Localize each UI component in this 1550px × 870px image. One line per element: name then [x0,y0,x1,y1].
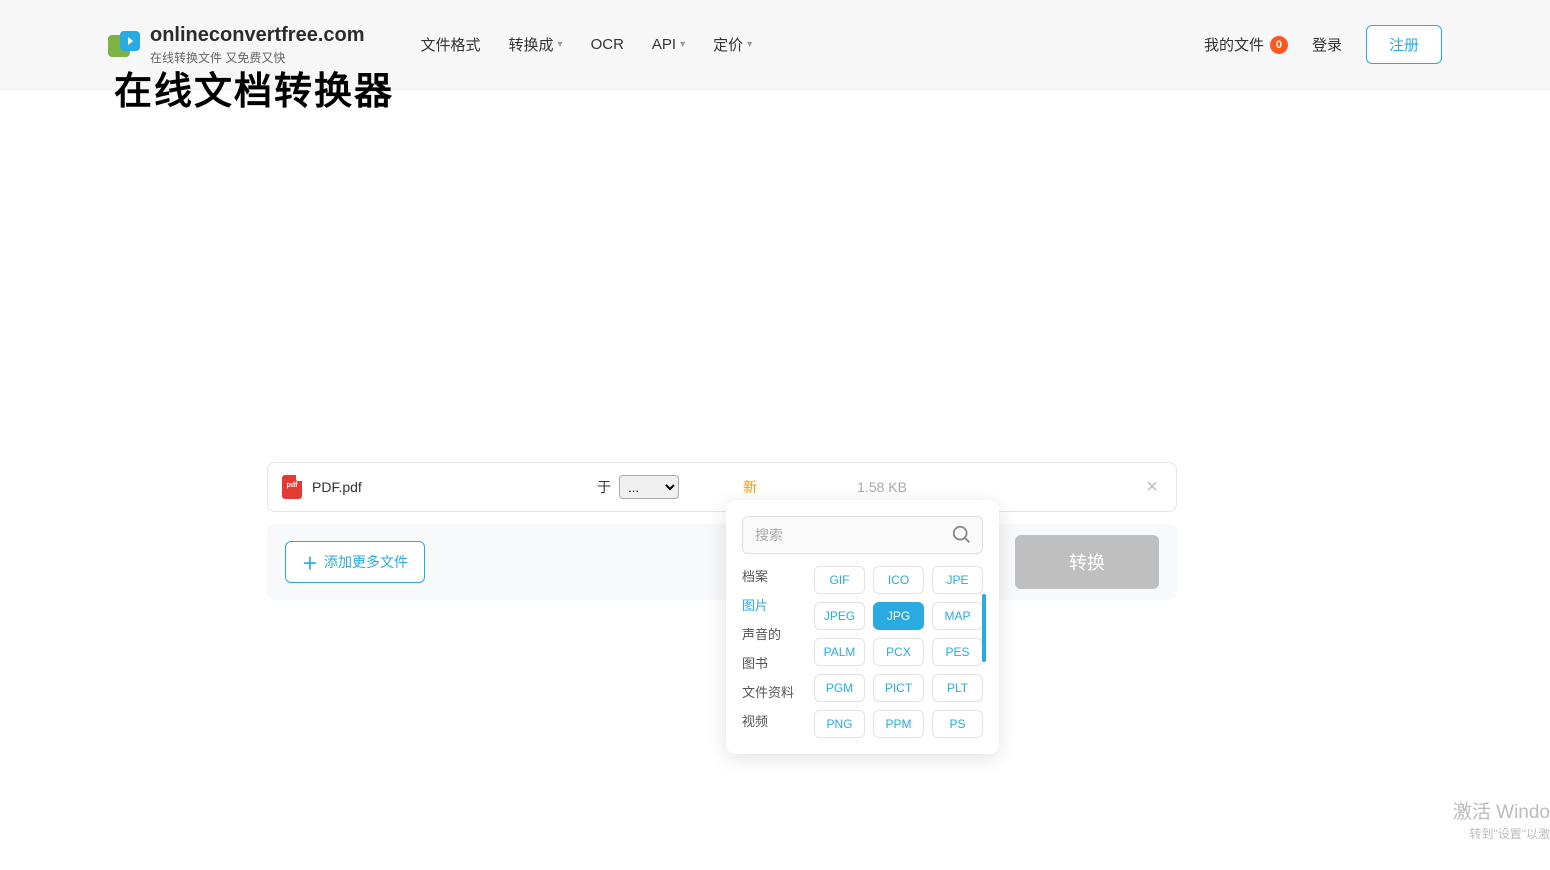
convert-button[interactable]: 转换 [1015,535,1159,589]
format-ppm[interactable]: PPM [873,710,924,738]
format-plt[interactable]: PLT [932,674,983,702]
category-book[interactable]: 图书 [742,653,802,672]
file-row: pdf PDF.pdf 于 ... 新 1.58 KB × [267,462,1177,512]
nav-convert[interactable]: 转换成▾ [509,34,563,55]
file-size: 1.58 KB [857,479,907,495]
add-more-files-button[interactable]: ＋ 添加更多文件 [285,541,425,583]
category-image[interactable]: 图片 [742,595,802,614]
nav: 文件格式 转换成▾ OCR API▾ 定价▾ [421,34,753,55]
nav-pricing[interactable]: 定价▾ [713,34,752,55]
nav-formats[interactable]: 文件格式 [421,34,481,55]
category-video[interactable]: 视频 [742,711,802,730]
format-pcx[interactable]: PCX [873,638,924,666]
format-pict[interactable]: PICT [873,674,924,702]
brand-name: onlineconvertfree.com [150,24,365,47]
category-list: 档案 图片 声音的 图书 文件资料 视频 [742,566,802,738]
format-dropdown: 档案 图片 声音的 图书 文件资料 视频 GIF ICO JPE JPEG JP… [726,500,999,754]
my-files-link[interactable]: 我的文件 0 [1204,34,1288,55]
nav-api[interactable]: API▾ [652,36,685,53]
chevron-down-icon: ▾ [747,39,752,50]
format-ps[interactable]: PS [932,710,983,738]
format-jpeg[interactable]: JPEG [814,602,865,630]
format-jpe[interactable]: JPE [932,566,983,594]
format-map[interactable]: MAP [932,602,983,630]
scrollbar[interactable] [982,594,986,662]
format-palm[interactable]: PALM [814,638,865,666]
chevron-down-icon: ▾ [558,39,563,50]
format-jpg[interactable]: JPG [873,602,924,630]
format-grid: GIF ICO JPE JPEG JPG MAP PALM PCX PES PG… [814,566,983,738]
close-icon[interactable]: × [1142,476,1162,499]
login-link[interactable]: 登录 [1312,34,1342,55]
plus-icon: ＋ [302,550,318,574]
search-icon [951,524,973,546]
format-gif[interactable]: GIF [814,566,865,594]
windows-watermark: 激活 Windo [1453,797,1550,824]
category-archive[interactable]: 档案 [742,566,802,585]
category-sound[interactable]: 声音的 [742,624,802,643]
nav-ocr[interactable]: OCR [591,36,624,53]
format-ico[interactable]: ICO [873,566,924,594]
pdf-file-icon: pdf [282,475,302,499]
windows-watermark-sub: 转到"设置"以激 [1469,825,1550,842]
page-title: 在线文档转换器 [114,60,394,115]
register-button[interactable]: 注册 [1366,25,1442,64]
to-label: 于 [597,477,611,497]
format-pes[interactable]: PES [932,638,983,666]
files-count-badge: 0 [1270,36,1288,54]
search-input[interactable] [742,516,983,554]
action-bar: ＋ 添加更多文件 转换 [267,524,1177,600]
status-badge: 新 [743,477,757,497]
chevron-down-icon: ▾ [680,39,685,50]
file-name: PDF.pdf [312,479,362,495]
format-pgm[interactable]: PGM [814,674,865,702]
logo-icon [108,31,140,59]
format-png[interactable]: PNG [814,710,865,738]
category-docs[interactable]: 文件资料 [742,682,802,701]
format-select[interactable]: ... [619,475,679,499]
